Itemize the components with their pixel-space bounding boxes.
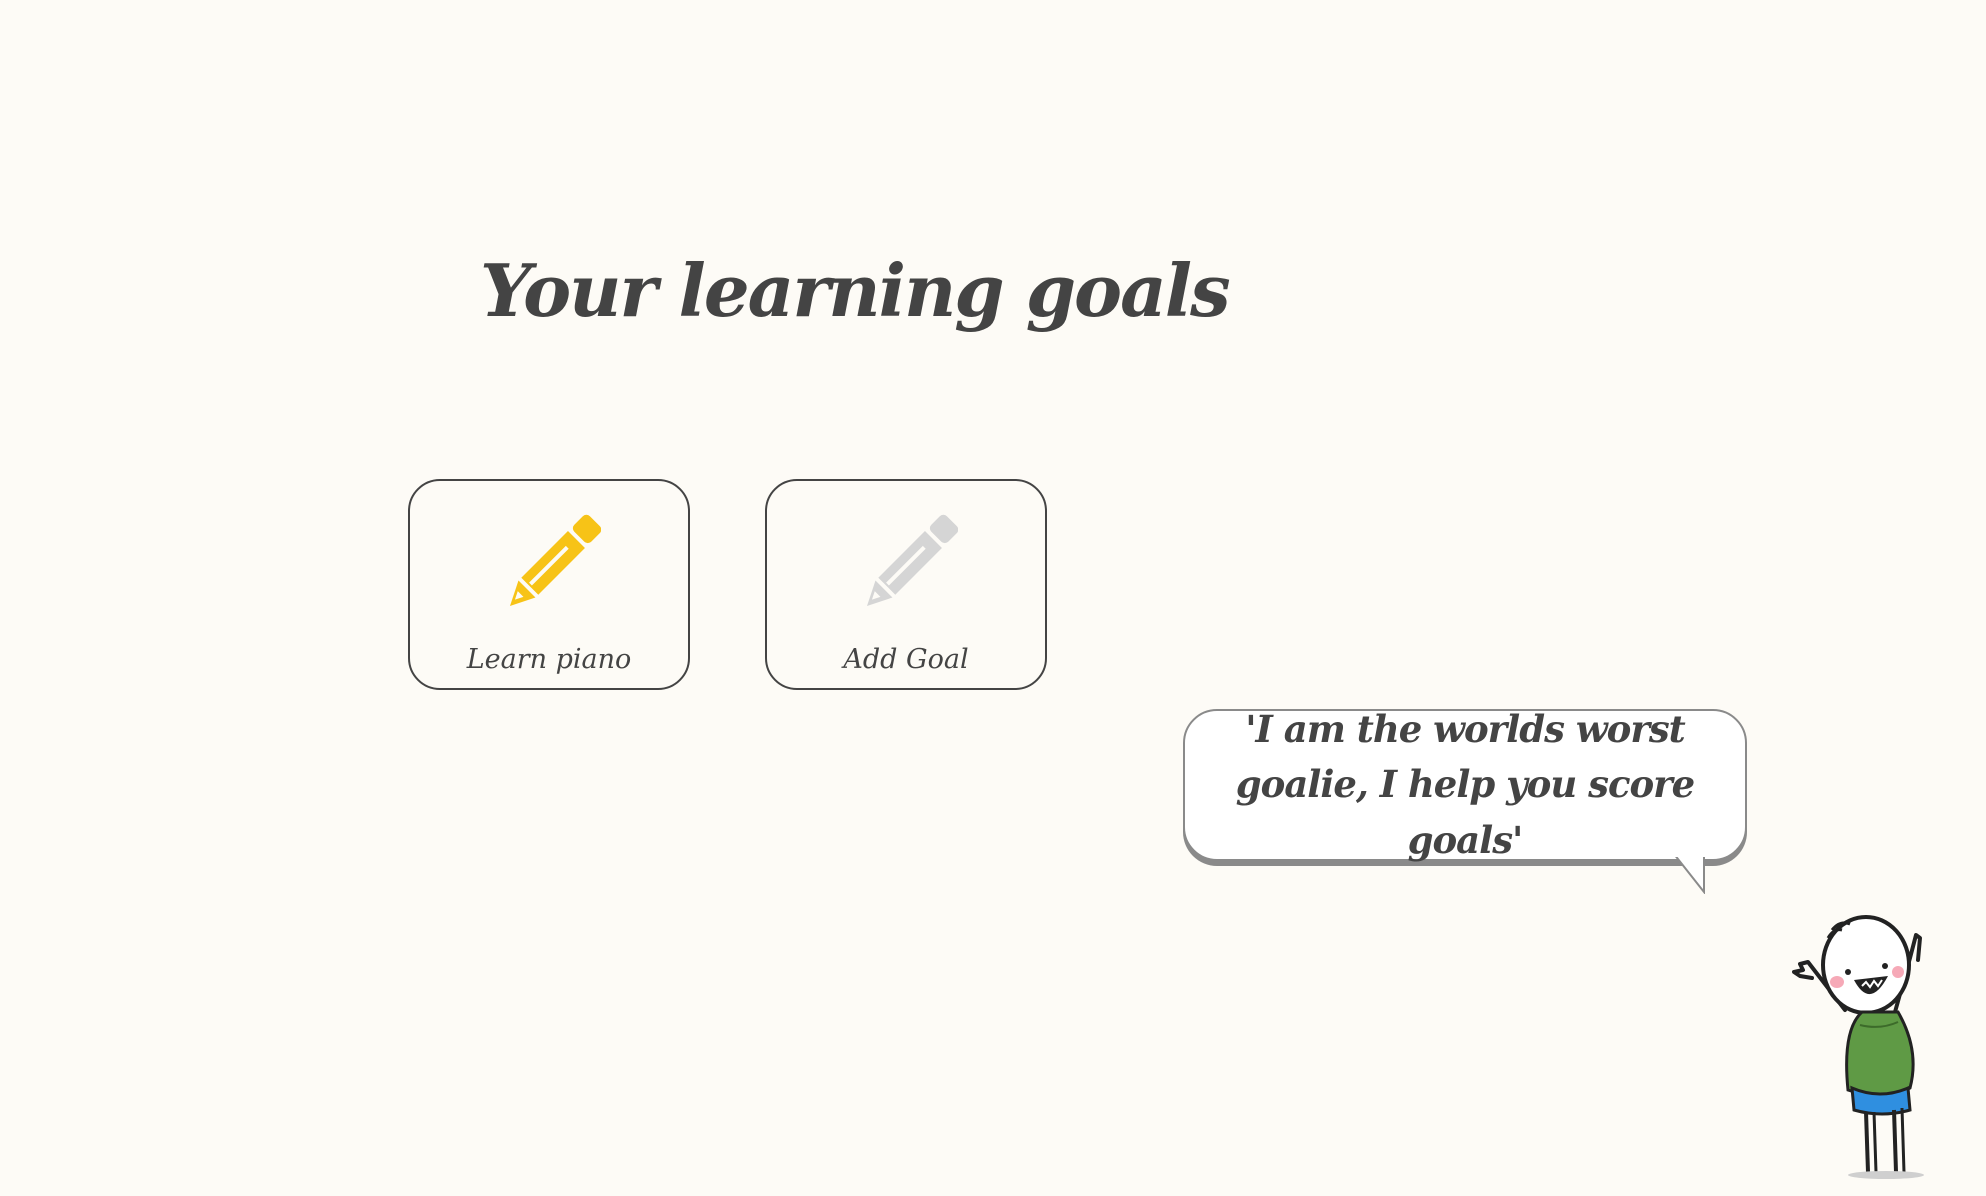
goal-label: Learn piano [466, 644, 632, 675]
mascot-quote: 'I am the worlds worst goalie, I help yo… [1235, 706, 1695, 862]
goal-card-learn-piano[interactable]: Learn piano [408, 479, 690, 690]
speech-bubble-tail [1672, 854, 1706, 894]
goal-label: Add Goal [843, 644, 969, 675]
speech-bubble: 'I am the worlds worst goalie, I help yo… [1183, 707, 1747, 862]
add-goal-button[interactable]: Add Goal [765, 479, 1047, 690]
pencil-icon [866, 514, 958, 607]
page-title: Your learning goals [480, 248, 1231, 333]
page: Your learning goals Learn piano Add Goal [0, 0, 1986, 1196]
pencil-icon [509, 514, 601, 607]
mascot-illustration [1792, 915, 1924, 1179]
